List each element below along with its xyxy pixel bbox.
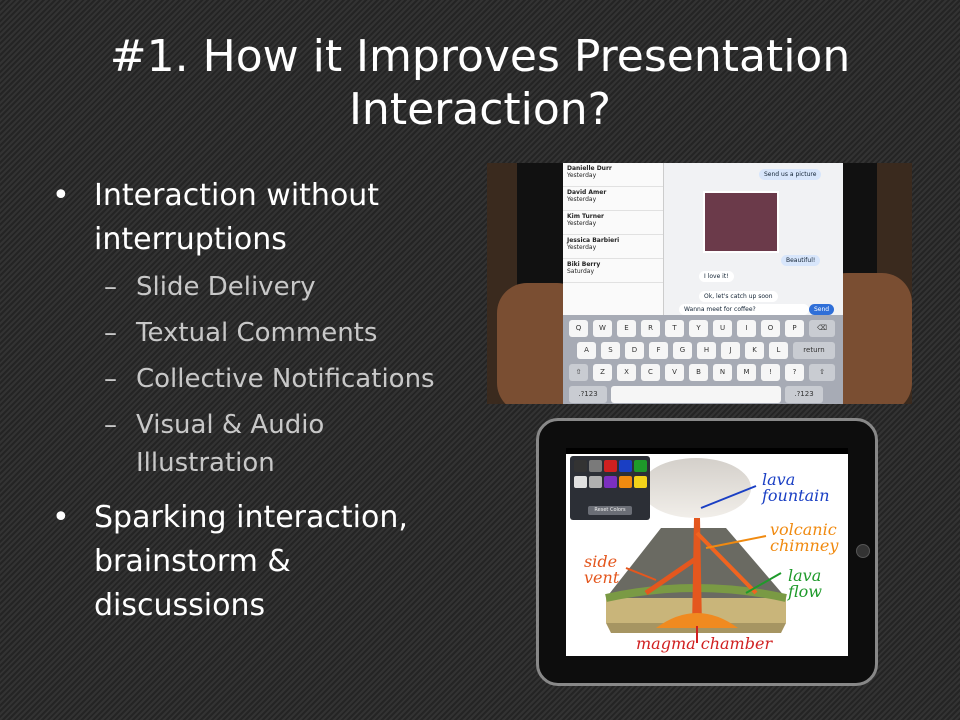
sub-bullet-text: Collective Notifications: [136, 364, 435, 394]
contact-item: Biki Berry Saturday: [563, 259, 663, 283]
reset-colors-button[interactable]: Reset Colors: [588, 506, 632, 515]
color-swatch[interactable]: [634, 476, 647, 488]
shift-key[interactable]: ⇧: [809, 364, 835, 381]
sub-bullet-text-line-1: Visual & Audio: [136, 410, 325, 440]
slide-title-line-2: Interaction?: [348, 84, 612, 135]
sub-bullet-text-line-2: Illustration: [136, 448, 275, 478]
dash-glyph: –: [104, 364, 117, 394]
slide-title: #1. How it Improves Presentation Interac…: [40, 30, 920, 136]
color-swatch[interactable]: [589, 460, 602, 472]
number-key[interactable]: .?123: [785, 386, 823, 403]
dash-glyph: –: [104, 272, 117, 302]
key[interactable]: N: [713, 364, 732, 381]
color-swatch[interactable]: [604, 476, 617, 488]
key[interactable]: O: [761, 320, 780, 337]
key[interactable]: V: [665, 364, 684, 381]
space-key[interactable]: [611, 386, 781, 403]
label-lava-flow: lava flow: [788, 566, 822, 601]
contact-item: Danielle Durr Yesterday: [563, 163, 663, 187]
contact-item: David Amer Yesterday: [563, 187, 663, 211]
key[interactable]: X: [617, 364, 636, 381]
bullet-item-1: • Interaction without interruptions: [52, 174, 452, 262]
key[interactable]: R: [641, 320, 660, 337]
on-screen-keyboard: Q W E R T Y U I O P ⌫ A S D F G H J K L …: [563, 315, 843, 404]
number-key[interactable]: .?123: [569, 386, 607, 403]
sub-bullet-visual-audio: – Visual & Audio Illustration: [52, 406, 452, 482]
contact-item: Kim Turner Yesterday: [563, 211, 663, 235]
key[interactable]: Q: [569, 320, 588, 337]
message-bubble: I love it!: [699, 271, 734, 282]
message-bubble: Ok, let's catch up soon: [699, 291, 778, 302]
color-swatch[interactable]: [619, 476, 632, 488]
key[interactable]: !: [761, 364, 780, 381]
key[interactable]: L: [769, 342, 788, 359]
contact-list: Danielle Durr Yesterday David Amer Yesterd…: [563, 163, 664, 315]
key[interactable]: P: [785, 320, 804, 337]
message-input[interactable]: Wanna meet for coffee?: [679, 304, 809, 315]
key[interactable]: D: [625, 342, 644, 359]
key[interactable]: ?: [785, 364, 804, 381]
key[interactable]: G: [673, 342, 692, 359]
color-swatch[interactable]: [574, 460, 587, 472]
message-bubble: Send us a picture: [759, 169, 822, 180]
message-bubble: Beautiful!: [781, 255, 821, 266]
label-volcanic-chimney: volcanic chimney: [770, 520, 839, 555]
bullet-2-line-1: Sparking interaction,: [94, 500, 408, 535]
key[interactable]: E: [617, 320, 636, 337]
sub-bullet-slide-delivery: – Slide Delivery: [52, 268, 452, 306]
send-button[interactable]: Send: [809, 304, 835, 315]
key[interactable]: M: [737, 364, 756, 381]
color-swatch[interactable]: [604, 460, 617, 472]
color-palette: Reset Colors: [570, 456, 650, 520]
key[interactable]: I: [737, 320, 756, 337]
return-key[interactable]: return: [793, 342, 835, 359]
sub-bullet-collective-notifications: – Collective Notifications: [52, 360, 452, 398]
bullet-item-2: • Sparking interaction, brainstorm & dis…: [52, 496, 452, 628]
backspace-key[interactable]: ⌫: [809, 320, 835, 337]
bullet-2-line-3: discussions: [94, 588, 266, 623]
drawing-app-screen: lava fountain volcanic chimney side vent…: [566, 448, 848, 656]
key[interactable]: F: [649, 342, 668, 359]
key[interactable]: Z: [593, 364, 612, 381]
color-swatch[interactable]: [589, 476, 602, 488]
key[interactable]: T: [665, 320, 684, 337]
color-swatch[interactable]: [619, 460, 632, 472]
bullet-2-line-2: brainstorm &: [94, 544, 291, 579]
dash-glyph: –: [104, 318, 117, 348]
dash-glyph: –: [104, 410, 117, 440]
key[interactable]: A: [577, 342, 596, 359]
chat-screen: Danielle Durr Yesterday David Amer Yesterd…: [563, 163, 843, 315]
bullet-1-line-2: interruptions: [94, 222, 287, 257]
key[interactable]: S: [601, 342, 620, 359]
color-swatch[interactable]: [634, 460, 647, 472]
color-swatch[interactable]: [574, 476, 587, 488]
key[interactable]: H: [697, 342, 716, 359]
sub-bullet-text: Slide Delivery: [136, 272, 316, 302]
shared-photo: [703, 191, 779, 253]
bullet-glyph: •: [52, 178, 70, 213]
key[interactable]: J: [721, 342, 740, 359]
label-magma-chamber: magma chamber: [636, 634, 773, 653]
key[interactable]: K: [745, 342, 764, 359]
slide-title-line-1: #1. How it Improves Presentation: [109, 31, 851, 82]
bullet-1-line-1: Interaction without: [94, 178, 380, 213]
bullet-list: • Interaction without interruptions – Sl…: [52, 174, 452, 628]
bullet-glyph: •: [52, 500, 70, 535]
key[interactable]: W: [593, 320, 612, 337]
key[interactable]: B: [689, 364, 708, 381]
shift-key[interactable]: ⇧: [569, 364, 588, 381]
home-button-icon: [856, 544, 870, 558]
sub-bullet-textual-comments: – Textual Comments: [52, 314, 452, 352]
contact-item: Jessica Barbieri Yesterday: [563, 235, 663, 259]
key[interactable]: C: [641, 364, 660, 381]
sub-bullet-text: Textual Comments: [136, 318, 378, 348]
label-lava-fountain: lava fountain: [762, 470, 830, 505]
label-side-vent: side vent: [584, 552, 620, 587]
key[interactable]: Y: [689, 320, 708, 337]
key[interactable]: U: [713, 320, 732, 337]
